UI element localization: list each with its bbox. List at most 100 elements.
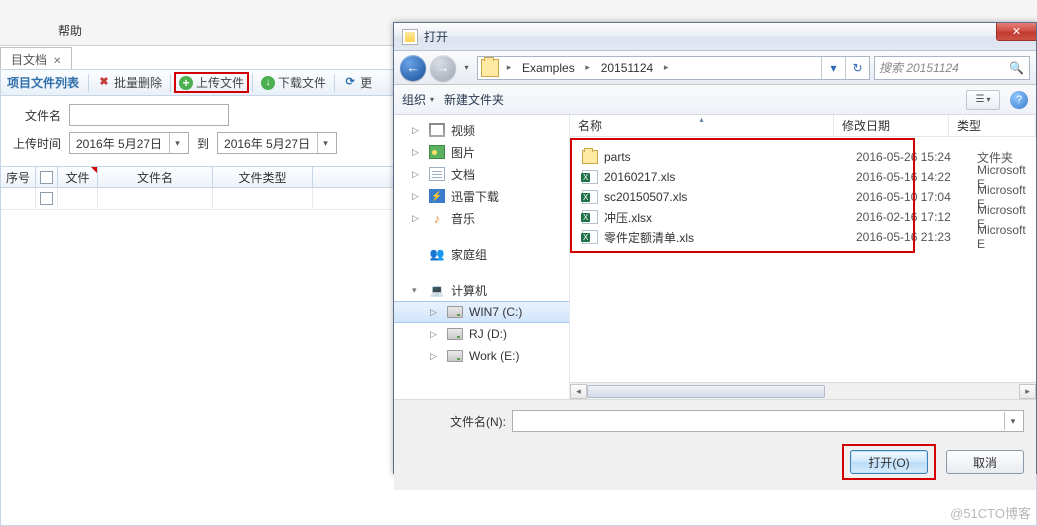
date-to-picker[interactable]: 2016年 5月27日 ▾ (217, 132, 337, 154)
video-icon (429, 123, 445, 137)
col-filetype[interactable]: 文件类型 (213, 167, 313, 187)
filename-combobox[interactable]: ▾ (512, 410, 1024, 432)
nav-tree: ▷视频 ▷图片 ▷文档 ▷迅雷下载 ▷音乐 家庭组 ▾计算机 ▷WIN7 (C:… (394, 115, 570, 399)
filename-label: 文件名(N): (406, 413, 506, 430)
folder-open-icon (402, 29, 418, 45)
expand-icon[interactable]: ▷ (430, 307, 441, 318)
crumb-sep-icon[interactable]: ▸ (581, 57, 595, 79)
expand-icon[interactable]: ▷ (412, 213, 423, 224)
document-icon (429, 167, 445, 181)
file-row[interactable]: parts2016-05-26 15:24文件夹 (570, 147, 1036, 167)
col-seq[interactable]: 序号 (1, 167, 36, 187)
filename-input[interactable] (69, 104, 229, 126)
help-menu[interactable]: 帮助 (58, 22, 82, 39)
homegroup-icon (429, 247, 445, 261)
upload-time-label: 上传时间 (9, 135, 61, 152)
crumb-sep-icon[interactable]: ▸ (659, 57, 673, 79)
tree-videos[interactable]: ▷视频 (394, 119, 569, 141)
file-list-header: ▴名称 修改日期 类型 (570, 115, 1036, 137)
more-label: 更 (360, 74, 372, 91)
crumb-sep-icon[interactable]: ▸ (502, 57, 516, 79)
col-type[interactable]: 类型 (949, 115, 1036, 136)
open-button[interactable]: 打开(O) (850, 450, 928, 474)
tree-pictures[interactable]: ▷图片 (394, 141, 569, 163)
expand-icon[interactable]: ▷ (412, 125, 423, 136)
nav-back-button[interactable]: ← (400, 55, 426, 81)
tree-documents[interactable]: ▷文档 (394, 163, 569, 185)
expand-icon[interactable]: ▷ (412, 147, 423, 158)
scroll-track[interactable] (587, 384, 1019, 399)
open-file-dialog: 打开 ✕ ← → ▾ ▸ Examples ▸ 20151124 ▸ ▾ ↻ 搜… (393, 22, 1037, 474)
collapse-icon[interactable]: ▾ (412, 285, 423, 296)
separator (88, 74, 89, 92)
drive-icon (447, 328, 463, 340)
col-checkbox[interactable] (36, 167, 58, 187)
watermark: @51CTO博客 (950, 503, 1031, 522)
dialog-toolbar: 组织 ▾ 新建文件夹 ☰ ▾ ? (394, 85, 1036, 115)
tree-thunder[interactable]: ▷迅雷下载 (394, 185, 569, 207)
highlight-annotation: 打开(O) (842, 444, 936, 480)
more-button[interactable]: 更 (338, 72, 377, 93)
h-scrollbar[interactable]: ◂ ▸ (570, 382, 1036, 399)
scroll-thumb[interactable] (587, 385, 825, 398)
dialog-nav: ← → ▾ ▸ Examples ▸ 20151124 ▸ ▾ ↻ 搜索 201… (394, 51, 1036, 85)
dropdown-icon[interactable]: ▾ (317, 133, 333, 153)
expand-icon[interactable]: ▷ (430, 351, 441, 362)
file-row[interactable]: 零件定额清单.xls2016-05-16 21:23Microsoft E (570, 227, 1036, 247)
download-icon (261, 76, 275, 90)
search-icon: 🔍 (1009, 61, 1025, 75)
crumb-examples[interactable]: Examples (516, 57, 581, 79)
refresh-icon (343, 76, 357, 90)
view-mode-button[interactable]: ☰ ▾ (966, 90, 1000, 110)
dialog-titlebar[interactable]: 打开 ✕ (394, 23, 1036, 51)
breadcrumb[interactable]: ▸ Examples ▸ 20151124 ▸ ▾ ↻ (477, 56, 870, 80)
col-filename[interactable]: 文件名 (98, 167, 213, 187)
expand-icon[interactable]: ▷ (412, 191, 423, 202)
tree-drive-e[interactable]: ▷Work (E:) (394, 345, 569, 367)
col-date[interactable]: 修改日期 (834, 115, 949, 136)
tree-drive-d[interactable]: ▷RJ (D:) (394, 323, 569, 345)
file-row[interactable]: 20160217.xls2016-05-16 14:22Microsoft E (570, 167, 1036, 187)
cancel-button[interactable]: 取消 (946, 450, 1024, 474)
crumb-20151124[interactable]: 20151124 (595, 57, 660, 79)
document-tab[interactable]: 目文档 ✕ (0, 47, 72, 69)
drive-icon (447, 306, 463, 318)
folder-icon (582, 150, 598, 164)
close-button[interactable]: ✕ (996, 23, 1036, 41)
file-row[interactable]: 冲压.xlsx2016-02-16 17:12Microsoft E (570, 207, 1036, 227)
folder-icon (481, 59, 499, 77)
tree-music[interactable]: ▷音乐 (394, 207, 569, 229)
refresh-button[interactable]: ↻ (845, 57, 869, 79)
delete-icon (97, 76, 111, 90)
scroll-left-button[interactable]: ◂ (570, 384, 587, 399)
expand-icon[interactable]: ▷ (430, 329, 441, 340)
date-from-picker[interactable]: 2016年 5月27日▾ (69, 132, 189, 154)
upload-button[interactable]: 上传文件 (174, 72, 249, 93)
tab-close-icon[interactable]: ✕ (53, 56, 61, 67)
search-input[interactable]: 搜索 20151124 🔍 (874, 56, 1030, 80)
tree-computer[interactable]: ▾计算机 (394, 279, 569, 301)
expand-icon[interactable]: ▷ (412, 169, 423, 180)
batch-delete-button[interactable]: 批量删除 (92, 72, 167, 93)
row-checkbox[interactable] (40, 192, 53, 205)
tree-homegroup[interactable]: 家庭组 (394, 243, 569, 265)
new-folder-button[interactable]: 新建文件夹 (444, 91, 504, 108)
tree-drive-c[interactable]: ▷WIN7 (C:) (394, 301, 569, 323)
separator (170, 74, 171, 92)
nav-forward-button[interactable]: → (430, 55, 456, 81)
crumb-dropdown-button[interactable]: ▾ (821, 57, 845, 79)
nav-history-dropdown[interactable]: ▾ (460, 59, 473, 77)
checkbox-icon[interactable] (40, 171, 53, 184)
col-file[interactable]: 文件 (58, 167, 98, 187)
organize-button[interactable]: 组织 ▾ (402, 91, 434, 108)
drive-icon (447, 350, 463, 362)
col-name[interactable]: ▴名称 (570, 115, 834, 136)
dropdown-icon[interactable]: ▾ (1004, 412, 1021, 430)
help-button[interactable]: ? (1010, 91, 1028, 109)
download-button[interactable]: 下载文件 (256, 72, 331, 93)
scroll-right-button[interactable]: ▸ (1019, 384, 1036, 399)
date-to-value: 2016年 5月27日 (224, 135, 310, 152)
file-row[interactable]: sc20150507.xls2016-05-10 17:04Microsoft … (570, 187, 1036, 207)
tab-label: 目文档 (11, 53, 47, 67)
dropdown-icon[interactable]: ▾ (169, 133, 185, 153)
